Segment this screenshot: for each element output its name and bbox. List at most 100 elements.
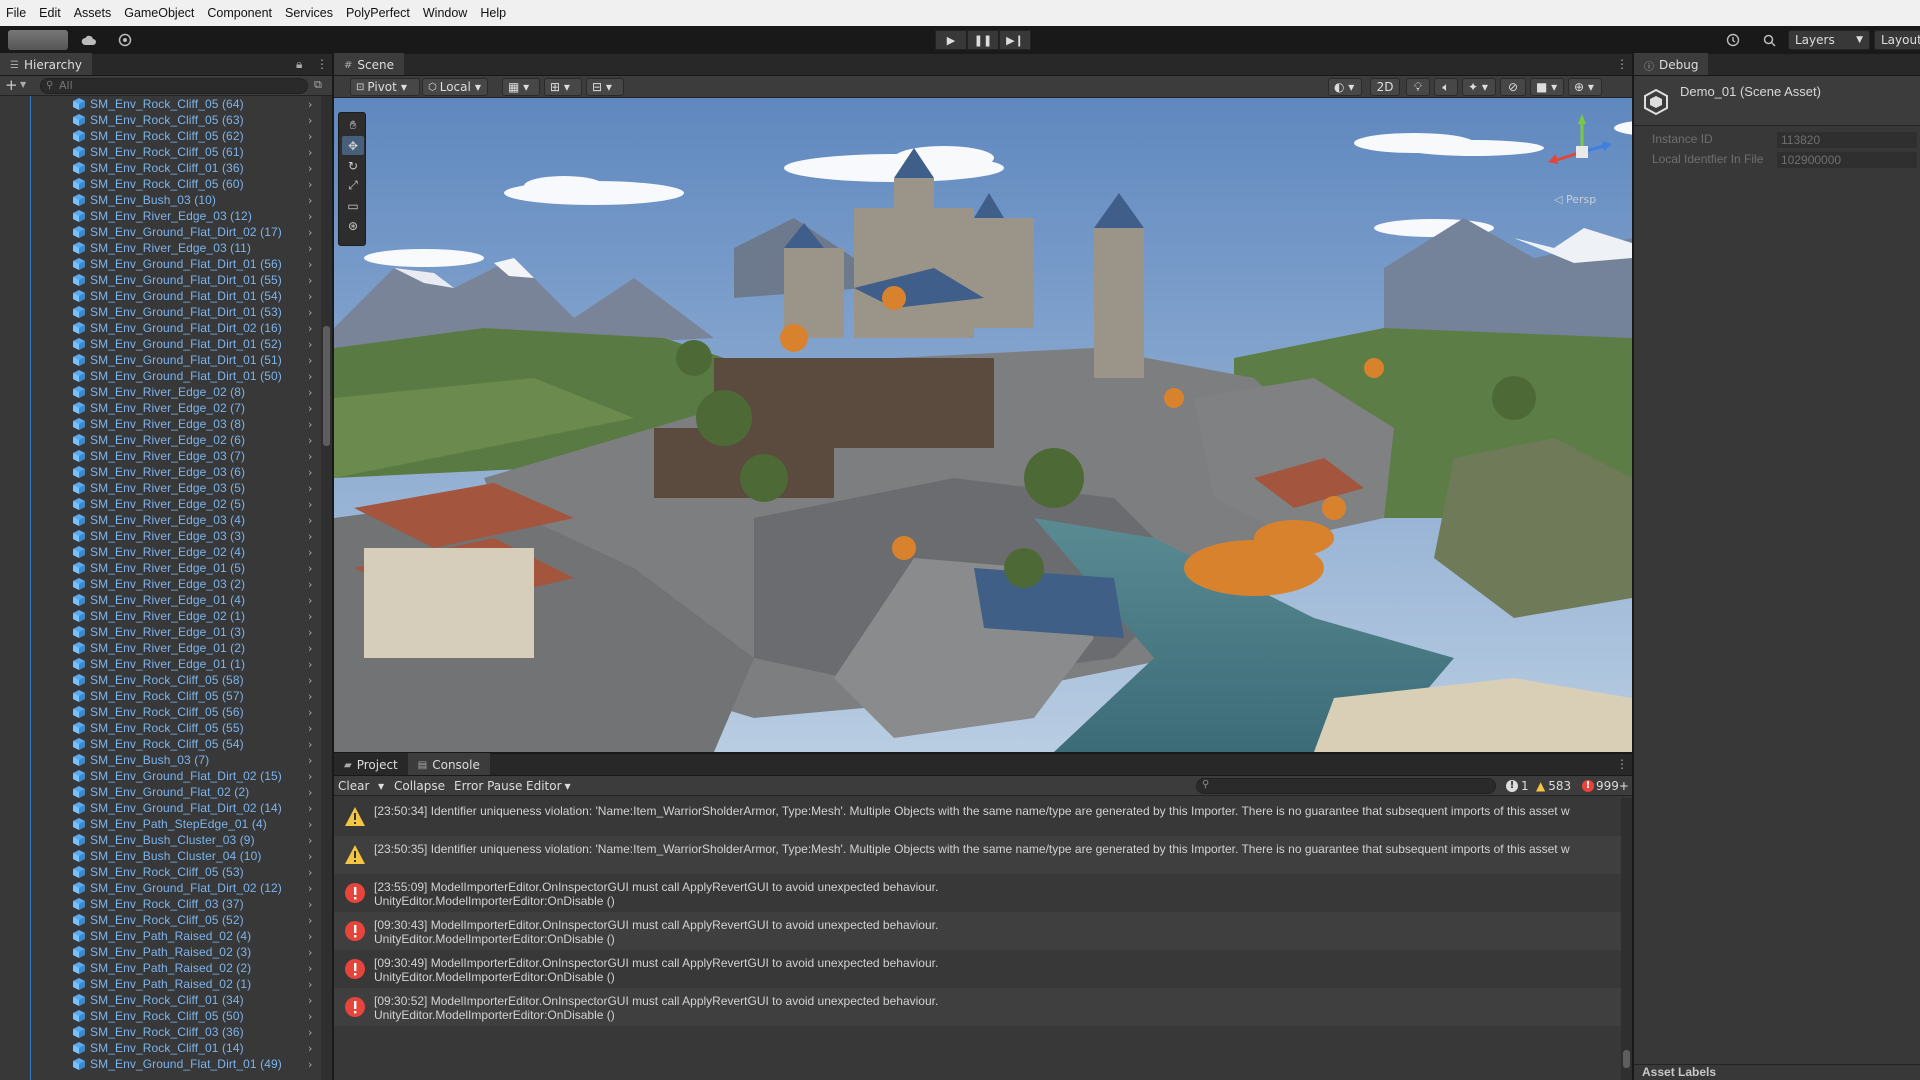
hierarchy-item[interactable]: SM_Env_Rock_Cliff_05 (64) › [0, 96, 320, 112]
chevron-right-icon[interactable]: › [308, 818, 312, 831]
hierarchy-item[interactable]: SM_Env_River_Edge_03 (12) › [0, 208, 320, 224]
add-icon[interactable]: + [5, 76, 18, 94]
chevron-right-icon[interactable]: › [308, 482, 312, 495]
menu-assets[interactable]: Assets [74, 6, 112, 20]
rotate-tool-icon[interactable]: ↻ [342, 156, 364, 175]
error-filter-toggle[interactable]: ! 999+ [1578, 778, 1633, 794]
chevron-right-icon[interactable]: › [308, 610, 312, 623]
hierarchy-item[interactable]: SM_Env_River_Edge_03 (5) › [0, 480, 320, 496]
hierarchy-item[interactable]: SM_Env_Ground_Flat_Dirt_02 (16) › [0, 320, 320, 336]
chevron-right-icon[interactable]: › [308, 274, 312, 287]
chevron-right-icon[interactable]: › [308, 530, 312, 543]
hierarchy-item[interactable]: SM_Env_Rock_Cliff_05 (54) › [0, 736, 320, 752]
step-button[interactable]: ▶❙ [999, 30, 1031, 50]
chevron-right-icon[interactable]: › [308, 946, 312, 959]
hierarchy-item[interactable]: SM_Env_River_Edge_02 (8) › [0, 384, 320, 400]
menu-services[interactable]: Services [285, 6, 333, 20]
console-log-entry[interactable]: [23:50:35] Identifier uniqueness violati… [334, 836, 1624, 874]
chevron-right-icon[interactable]: › [308, 338, 312, 351]
hierarchy-item[interactable]: SM_Env_Rock_Cliff_05 (52) › [0, 912, 320, 928]
chevron-right-icon[interactable]: › [308, 466, 312, 479]
chevron-right-icon[interactable]: › [308, 402, 312, 415]
hierarchy-item[interactable]: SM_Env_Ground_Flat_Dirt_01 (55) › [0, 272, 320, 288]
view-tool-hand-icon[interactable]: ✋︎ [342, 116, 364, 135]
hierarchy-item[interactable]: SM_Env_River_Edge_03 (3) › [0, 528, 320, 544]
chevron-right-icon[interactable]: › [308, 1010, 312, 1023]
hierarchy-item[interactable]: SM_Env_River_Edge_03 (4) › [0, 512, 320, 528]
hierarchy-item[interactable]: SM_Env_River_Edge_02 (5) › [0, 496, 320, 512]
pivot-dropdown[interactable]: ⊡ Pivot ▼ [350, 78, 420, 96]
camera-settings-button[interactable]: ■ ▾ [1530, 78, 1564, 96]
tab-debug[interactable]: ⓘ Debug [1634, 53, 1709, 75]
chevron-right-icon[interactable]: › [308, 210, 312, 223]
chevron-right-icon[interactable]: › [308, 834, 312, 847]
hierarchy-item[interactable]: SM_Env_Ground_Flat_Dirt_01 (50) › [0, 368, 320, 384]
asset-labels-section[interactable]: Asset Labels [1634, 1064, 1920, 1080]
transform-tool-icon[interactable]: ⊛ [342, 216, 364, 235]
chevron-right-icon[interactable]: › [308, 850, 312, 863]
chevron-right-icon[interactable]: › [308, 258, 312, 271]
hierarchy-item[interactable]: SM_Env_Rock_Cliff_05 (57) › [0, 688, 320, 704]
cloud-icon[interactable] [76, 30, 102, 50]
hierarchy-item[interactable]: SM_Env_Ground_Flat_Dirt_02 (17) › [0, 224, 320, 240]
clear-button[interactable]: Clear [334, 778, 373, 794]
chevron-right-icon[interactable]: › [308, 98, 312, 111]
hierarchy-item[interactable]: SM_Env_Rock_Cliff_05 (63) › [0, 112, 320, 128]
chevron-right-icon[interactable]: › [308, 546, 312, 559]
console-log-entry[interactable]: [09:30:43] ModelImporterEditor.OnInspect… [334, 912, 1624, 950]
hierarchy-item[interactable]: SM_Env_River_Edge_02 (6) › [0, 432, 320, 448]
chevron-right-icon[interactable]: › [308, 130, 312, 143]
search-icon[interactable] [1756, 30, 1782, 50]
chevron-right-icon[interactable]: › [308, 386, 312, 399]
error-pause-button[interactable]: Error Pause [450, 778, 526, 794]
clear-dropdown-icon[interactable]: ▼ [374, 778, 388, 794]
scale-tool-icon[interactable]: ⤢ [342, 176, 364, 195]
menu-polyperfect[interactable]: PolyPerfect [346, 6, 410, 20]
chevron-right-icon[interactable]: › [308, 306, 312, 319]
hierarchy-item[interactable]: SM_Env_Ground_Flat_02 (2) › [0, 784, 320, 800]
tab-scene[interactable]: # Scene [334, 53, 404, 75]
hierarchy-item[interactable]: SM_Env_Path_Raised_02 (4) › [0, 928, 320, 944]
tab-hierarchy[interactable]: ☰ Hierarchy [0, 53, 92, 75]
chevron-right-icon[interactable]: › [308, 882, 312, 895]
effects-toggle[interactable]: ✦ ▾ [1462, 78, 1496, 96]
chevron-right-icon[interactable]: › [308, 514, 312, 527]
hierarchy-item[interactable]: SM_Env_Ground_Flat_Dirt_02 (15) › [0, 768, 320, 784]
console-search-input[interactable]: ⚲ [1196, 778, 1496, 794]
hierarchy-item[interactable]: SM_Env_River_Edge_01 (3) › [0, 624, 320, 640]
collapse-button[interactable]: Collapse [390, 778, 449, 794]
gizmos-button[interactable]: ⊕ ▾ [1568, 78, 1602, 96]
chevron-right-icon[interactable]: › [308, 242, 312, 255]
hierarchy-item[interactable]: SM_Env_Rock_Cliff_01 (36) › [0, 160, 320, 176]
history-icon[interactable] [1720, 30, 1746, 50]
hierarchy-item[interactable]: SM_Env_Rock_Cliff_05 (53) › [0, 864, 320, 880]
hierarchy-scrollbar[interactable] [321, 96, 332, 1080]
hierarchy-item[interactable]: SM_Env_River_Edge_02 (4) › [0, 544, 320, 560]
chevron-right-icon[interactable]: › [308, 1026, 312, 1039]
menu-component[interactable]: Component [207, 6, 272, 20]
chevron-right-icon[interactable]: › [308, 194, 312, 207]
layout-dropdown[interactable]: Layout [1874, 30, 1920, 50]
scene-visibility-icon[interactable]: ⧉ [314, 78, 322, 92]
hierarchy-search-input[interactable]: ⚲ All [40, 78, 308, 94]
chevron-right-icon[interactable]: › [308, 626, 312, 639]
chevron-right-icon[interactable]: › [308, 450, 312, 463]
hierarchy-item[interactable]: SM_Env_Bush_Cluster_03 (9) › [0, 832, 320, 848]
hierarchy-item[interactable]: SM_Env_Rock_Cliff_03 (37) › [0, 896, 320, 912]
more-options-icon[interactable]: ⋮ [1616, 57, 1628, 71]
hierarchy-item[interactable]: SM_Env_River_Edge_03 (7) › [0, 448, 320, 464]
chevron-right-icon[interactable]: › [308, 642, 312, 655]
chevron-right-icon[interactable]: › [308, 898, 312, 911]
menu-edit[interactable]: Edit [39, 6, 61, 20]
grid-snap-button[interactable]: ▦ ▾ [502, 78, 540, 96]
hierarchy-item[interactable]: SM_Env_River_Edge_02 (7) › [0, 400, 320, 416]
perspective-label[interactable]: ◁ Persp [1554, 193, 1596, 206]
console-log-entry[interactable]: [23:50:34] Identifier uniqueness violati… [334, 798, 1624, 836]
hierarchy-item[interactable]: SM_Env_Rock_Cliff_01 (34) › [0, 992, 320, 1008]
hierarchy-item[interactable]: SM_Env_River_Edge_03 (6) › [0, 464, 320, 480]
console-log-entry[interactable]: [09:30:52] ModelImporterEditor.OnInspect… [334, 988, 1624, 1026]
chevron-right-icon[interactable]: › [308, 594, 312, 607]
hierarchy-item[interactable]: SM_Env_River_Edge_01 (5) › [0, 560, 320, 576]
visibility-toggle[interactable]: ⊘ [1500, 78, 1526, 96]
chevron-right-icon[interactable]: › [308, 706, 312, 719]
